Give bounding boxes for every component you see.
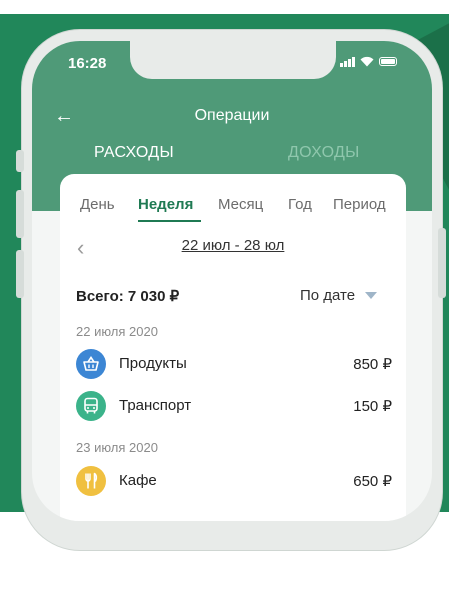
phone-volume-up: [16, 190, 24, 238]
tab-expenses[interactable]: РАСХОДЫ: [94, 144, 174, 162]
bus-icon: [76, 391, 106, 421]
basket-icon: [76, 349, 106, 379]
page-title: Операции: [194, 107, 270, 124]
wifi-icon: [360, 56, 373, 67]
date-range[interactable]: 22 июл - 28 юл: [60, 237, 406, 254]
list-item-amount: 650 ₽: [353, 473, 392, 490]
day-header: 22 июля 2020: [76, 324, 158, 339]
list-item-transport[interactable]: Транспорт 150 ₽: [76, 391, 392, 421]
battery-icon: [378, 57, 397, 66]
phone-notch: [130, 41, 336, 79]
day-header: 23 июля 2020: [76, 440, 158, 455]
total-amount: Всего: 7 030 ₽: [76, 288, 180, 305]
period-tabs: День Неделя Месяц Год Период: [60, 196, 406, 218]
period-tab-week[interactable]: Неделя: [138, 196, 193, 213]
list-item-products[interactable]: Продукты 850 ₽: [76, 349, 392, 379]
phone-mute-switch: [16, 150, 24, 172]
list-item-label: Кафе: [119, 472, 157, 489]
phone-volume-down: [16, 250, 24, 298]
status-time: 16:28: [68, 55, 107, 72]
period-tab-custom[interactable]: Период: [333, 196, 386, 213]
period-tab-day[interactable]: День: [80, 196, 115, 213]
tab-income[interactable]: ДОХОДЫ: [288, 144, 360, 162]
phone-screen: 16:28 ← Операции РАСХОДЫ ДОХОДЫ День Нед…: [32, 41, 432, 521]
period-tab-year[interactable]: Год: [288, 196, 312, 213]
caret-down-icon: [365, 292, 378, 299]
list-item-amount: 150 ₽: [353, 398, 392, 415]
list-item-label: Продукты: [119, 355, 187, 372]
sort-label: По дате: [300, 287, 356, 304]
signal-icon: [340, 56, 355, 67]
list-item-amount: 850 ₽: [353, 356, 392, 373]
phone-power-button: [438, 228, 446, 298]
list-item-cafe[interactable]: Кафе 650 ₽: [76, 466, 392, 496]
background-top-strip: [0, 0, 449, 14]
active-tab-indicator: [138, 220, 201, 222]
sort-dropdown[interactable]: По дате: [300, 287, 378, 304]
period-tab-month[interactable]: Месяц: [218, 196, 263, 213]
status-icons: [340, 56, 397, 67]
fork-knife-icon: [76, 466, 106, 496]
list-item-label: Транспорт: [119, 397, 192, 414]
operations-card: День Неделя Месяц Год Период ‹ 22 июл - …: [60, 174, 406, 521]
